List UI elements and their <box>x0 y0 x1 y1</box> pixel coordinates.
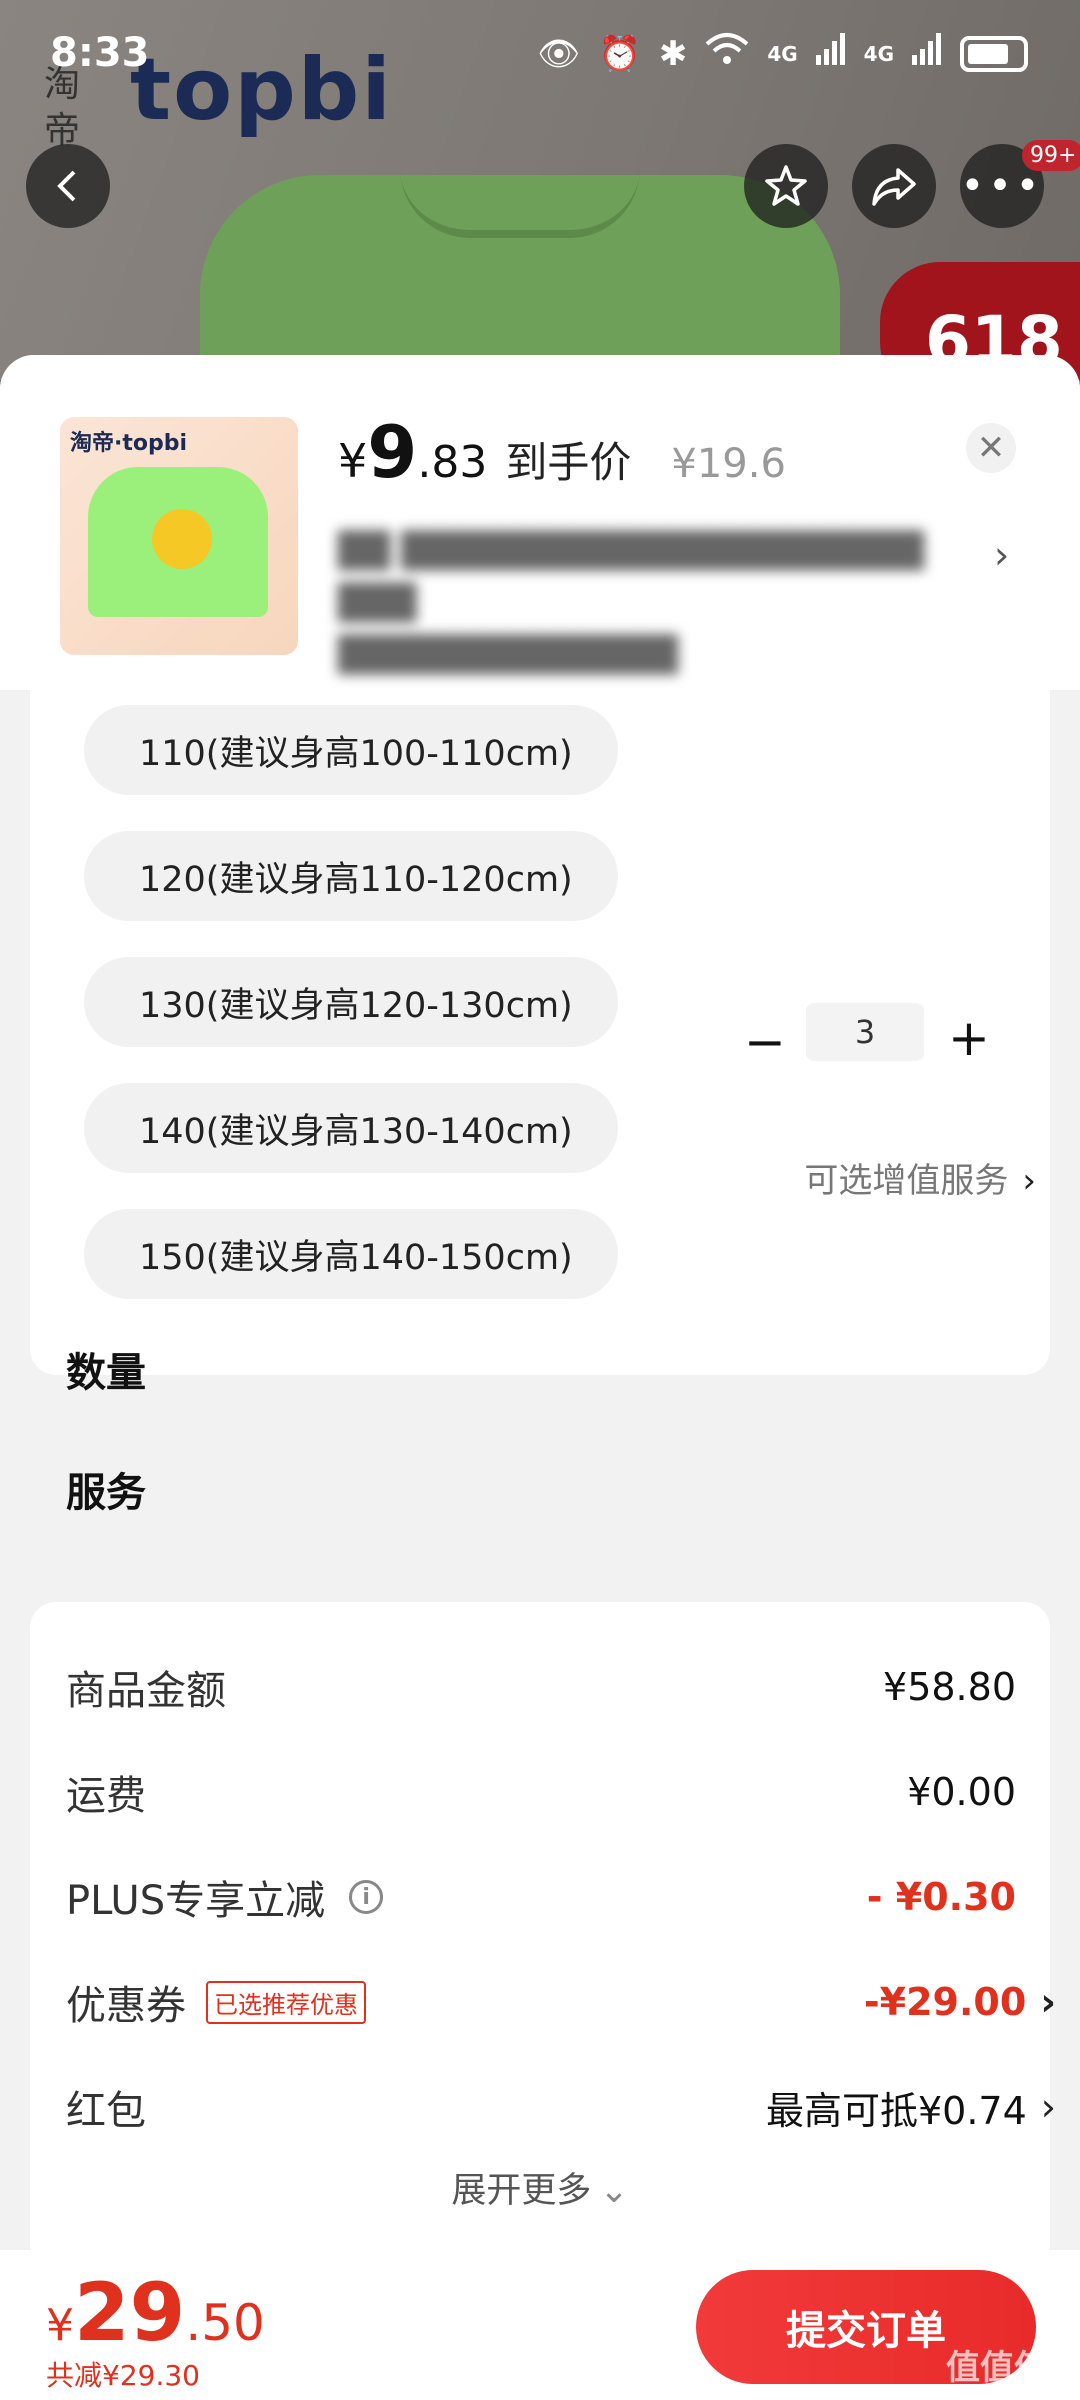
signal-icon: 4G <box>767 41 798 66</box>
share-button[interactable] <box>852 144 936 228</box>
product-thumbnail[interactable]: 淘帝·topbi <box>60 417 298 655</box>
battery-icon <box>960 35 1028 72</box>
chevron-right-icon: › <box>1040 2085 1056 2129</box>
signal-icon-2: 4G <box>863 41 894 66</box>
size-option[interactable]: 120(建议身高110-120cm) <box>84 831 618 921</box>
red-packet-row[interactable]: 红包 最高可抵¥0.74 › <box>66 2077 1056 2137</box>
red-packet-value-group: 最高可抵¥0.74 › <box>766 2080 1056 2135</box>
price-symbol: ¥ <box>338 434 368 488</box>
sheet-header: 淘帝·topbi ¥ 9 .83 到手价 ¥19.6 ✕ ██ ████████… <box>0 355 1080 690</box>
price-integer: 9 <box>367 410 418 494</box>
bottom-action-bar: ¥ 29 .50 共减¥29.30 提交订单 <box>0 2250 1080 2400</box>
coupon-recommended-tag: 已选推荐优惠 <box>206 1980 366 2024</box>
chevron-right-icon: › <box>1022 1161 1036 1201</box>
plus-discount-row: PLUS专享立减 i - ¥0.30 <box>66 1867 1016 1927</box>
status-bar: 8:33 👁 ⏰ ✱ 4G 4G <box>0 0 1080 110</box>
red-packet-label: 红包 <box>66 2088 146 2134</box>
quantity-label: 数量 <box>66 1350 146 1396</box>
expand-more-button[interactable]: 展开更多 ⌄ <box>0 2162 1080 2213</box>
shipping-label: 运费 <box>66 1773 146 1819</box>
coupon-value-group: -¥29.00 › <box>864 1980 1056 2024</box>
plus-discount-value: - ¥0.30 <box>866 1875 1016 1919</box>
chevron-down-icon: ⌄ <box>599 2171 629 2211</box>
order-sheet: 淘帝·topbi ¥ 9 .83 到手价 ¥19.6 ✕ ██ ████████… <box>0 355 1080 2400</box>
goods-amount-value: ¥58.80 <box>883 1665 1016 1709</box>
coupon-row[interactable]: 优惠券 已选推荐优惠 -¥29.00 › <box>66 1972 1056 2032</box>
goods-amount-row: 商品金额 ¥58.80 <box>66 1657 1016 1717</box>
total-decimal: .50 <box>185 2294 265 2352</box>
plus-discount-label-group: PLUS专享立减 i <box>66 1868 384 1926</box>
size-option[interactable]: 110(建议身高100-110cm) <box>84 705 618 795</box>
price-line: ¥ 9 .83 到手价 ¥19.6 <box>338 410 786 494</box>
star-icon <box>765 165 807 206</box>
total-saved: 共减¥29.30 <box>46 2359 200 2392</box>
alarm-icon: ⏰ <box>598 33 641 74</box>
back-button[interactable] <box>26 144 110 228</box>
plus-discount-label: PLUS专享立减 <box>66 1878 326 1924</box>
notification-badge: 99+ <box>1022 140 1080 171</box>
shipping-value: ¥0.00 <box>907 1770 1016 1814</box>
watermark: 值值值 <box>946 2348 1048 2388</box>
shipping-row: 运费 ¥0.00 <box>66 1762 1016 1822</box>
quantity-input[interactable]: 3 <box>806 1003 924 1061</box>
quantity-increase-button[interactable]: + <box>948 1009 990 1067</box>
size-option[interactable]: 140(建议身高130-140cm) <box>84 1083 618 1173</box>
bluetooth-icon: ✱ <box>658 33 688 74</box>
quantity-decrease-button[interactable]: − <box>744 1013 786 1071</box>
expand-more-label: 展开更多 <box>451 2171 592 2211</box>
info-icon[interactable]: i <box>349 1880 384 1914</box>
signal-bars-icon <box>815 33 846 74</box>
share-icon <box>872 168 916 206</box>
total-price: ¥ 29 .50 <box>46 2266 265 2359</box>
total-symbol: ¥ <box>46 2300 74 2351</box>
wifi-icon <box>705 32 749 75</box>
chevron-left-icon <box>57 170 76 202</box>
service-selector[interactable]: 可选增值服务 › <box>804 1153 1036 1202</box>
thumbnail-character <box>152 509 212 569</box>
signal-bars-icon-2 <box>912 33 942 74</box>
fee-card: 商品金额 ¥58.80 运费 ¥0.00 PLUS专享立减 i - ¥0.30 … <box>30 1602 1056 2322</box>
total-integer: 29 <box>74 2266 186 2359</box>
size-option[interactable]: 150(建议身高140-150cm) <box>84 1209 618 1299</box>
status-icons: 👁 ⏰ ✱ 4G 4G <box>537 32 1028 75</box>
red-packet-value: 最高可抵¥0.74 <box>766 2088 1027 2133</box>
coupon-value: -¥29.00 <box>863 1980 1027 2024</box>
product-shirt-neck <box>400 168 640 238</box>
goods-amount-label: 商品金额 <box>66 1668 226 1714</box>
original-price: ¥19.6 <box>671 441 786 487</box>
status-time: 8:33 <box>50 30 150 76</box>
size-option[interactable]: 130(建议身高120-130cm) <box>84 957 618 1047</box>
thumbnail-logo: 淘帝·topbi <box>70 431 188 456</box>
product-description-blurred[interactable]: ██ ████████████████████ ███ █████████████ <box>338 525 958 681</box>
coupon-label-group: 优惠券 已选推荐优惠 <box>66 1973 366 2031</box>
chevron-right-icon[interactable]: › <box>994 533 1009 577</box>
price-label: 到手价 <box>505 438 632 487</box>
coupon-label: 优惠券 <box>66 1983 186 2029</box>
chevron-right-icon: › <box>1040 1980 1056 2024</box>
close-icon: ✕ <box>976 428 1006 468</box>
close-button[interactable]: ✕ <box>966 423 1016 473</box>
eye-icon: 👁 <box>537 33 581 74</box>
price-decimal: .83 <box>417 437 488 488</box>
service-value: 可选增值服务 <box>804 1161 1009 1201</box>
service-label: 服务 <box>66 1470 146 1516</box>
favorite-button[interactable] <box>744 144 828 228</box>
